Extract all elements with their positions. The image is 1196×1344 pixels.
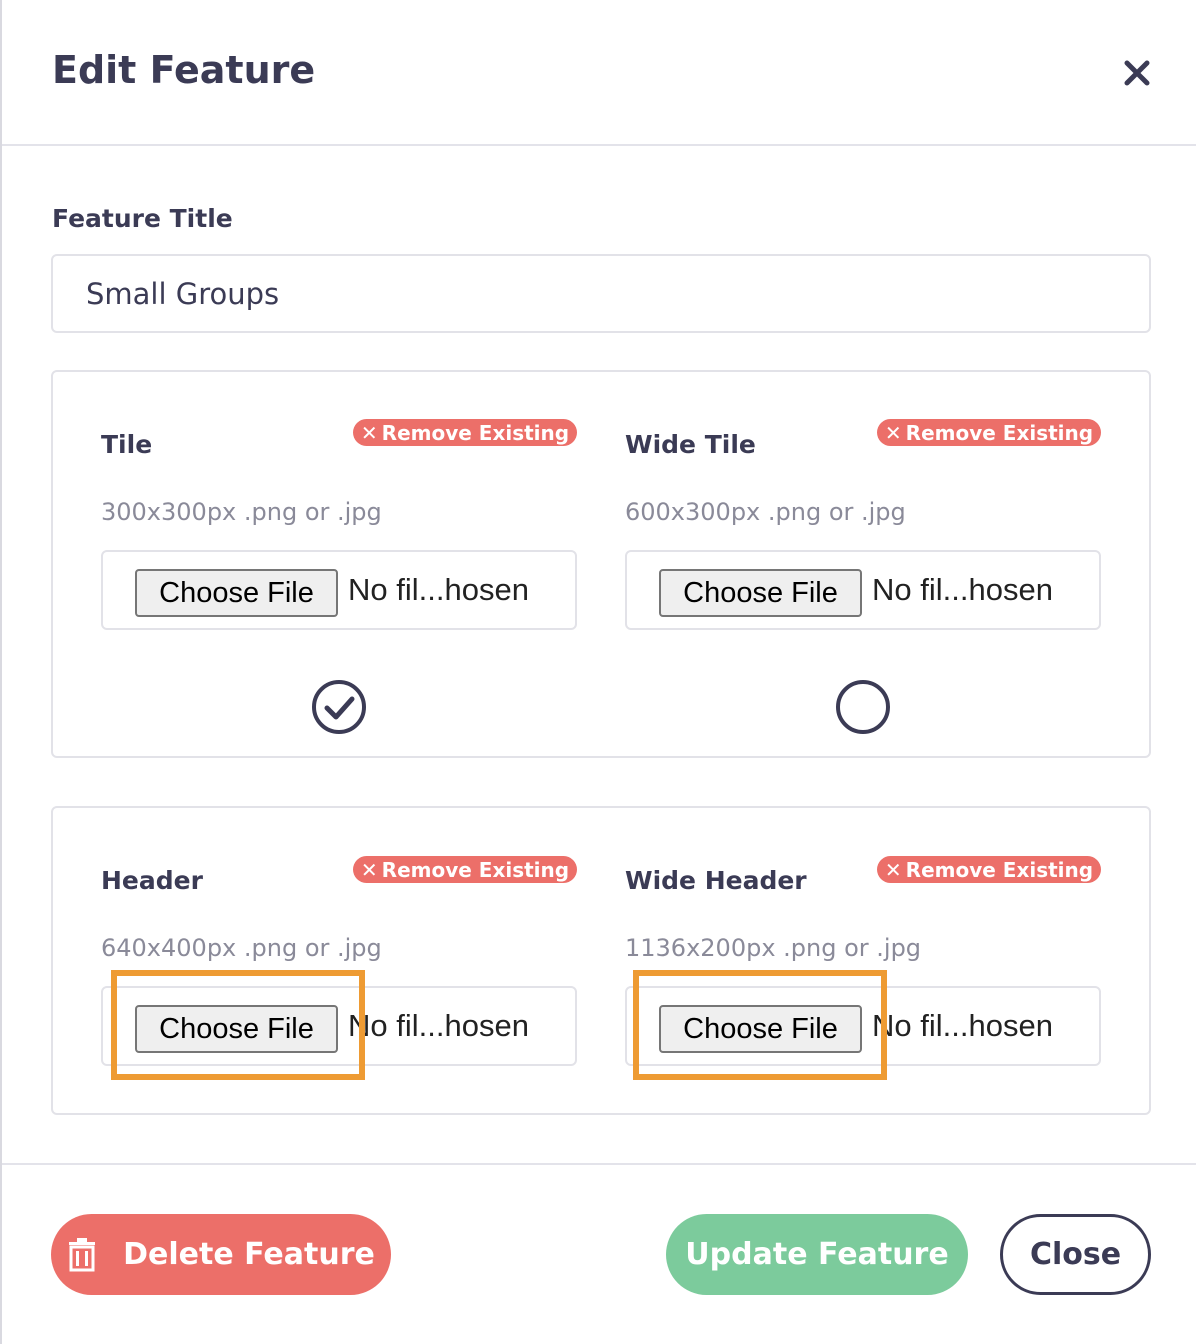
wide-header-size-hint: 1136x200px .png or .jpg — [625, 934, 922, 962]
wide-tile-remove-existing-button[interactable]: ✕ Remove Existing — [877, 419, 1101, 446]
remove-existing-label: Remove Existing — [381, 857, 570, 882]
remove-existing-label: Remove Existing — [905, 857, 1094, 882]
tiles-panel: Tile ✕ Remove Existing 300x300px .png or… — [51, 370, 1151, 758]
header-size-hint: 640x400px .png or .jpg — [101, 934, 382, 962]
wide-tile-file-input: Choose File No fil...hosen — [625, 550, 1101, 630]
feature-title-label: Feature Title — [52, 204, 233, 233]
tile-file-status: No fil...hosen — [348, 572, 529, 607]
delete-feature-button[interactable]: Delete Feature — [51, 1214, 391, 1295]
tile-remove-existing-button[interactable]: ✕ Remove Existing — [353, 419, 577, 446]
tile-choose-file-button[interactable]: Choose File — [135, 569, 338, 617]
header-remove-existing-button[interactable]: ✕ Remove Existing — [353, 856, 577, 883]
trash-icon — [69, 1237, 96, 1271]
wide-header-file-status: No fil...hosen — [872, 1008, 1053, 1043]
edit-feature-modal: Edit Feature Feature Title Tile ✕ Remove… — [0, 0, 1196, 1344]
update-feature-button[interactable]: Update Feature — [666, 1214, 968, 1295]
wide-tile-choose-file-button[interactable]: Choose File — [659, 569, 862, 617]
wide-header-remove-existing-button[interactable]: ✕ Remove Existing — [877, 856, 1101, 883]
close-icon[interactable] — [1120, 56, 1154, 90]
tile-label: Tile — [101, 430, 153, 459]
header-file-status: No fil...hosen — [348, 1008, 529, 1043]
update-feature-label: Update Feature — [685, 1237, 949, 1272]
modal-header: Edit Feature — [2, 0, 1196, 146]
close-button[interactable]: Close — [1000, 1214, 1151, 1295]
remove-existing-label: Remove Existing — [905, 420, 1094, 445]
modal-title: Edit Feature — [52, 48, 316, 92]
headers-panel: Header ✕ Remove Existing 640x400px .png … — [51, 806, 1151, 1115]
delete-feature-label: Delete Feature — [123, 1237, 375, 1272]
empty-circle-icon[interactable] — [835, 679, 891, 735]
remove-x-icon: ✕ — [360, 420, 378, 445]
tile-file-input: Choose File No fil...hosen — [101, 550, 577, 630]
check-circle-icon[interactable] — [311, 679, 367, 735]
wide-header-label: Wide Header — [625, 866, 807, 895]
wide-tile-size-hint: 600x300px .png or .jpg — [625, 498, 906, 526]
remove-x-icon: ✕ — [884, 420, 902, 445]
header-choose-file-highlight — [111, 970, 365, 1080]
header-label: Header — [101, 866, 203, 895]
wide-tile-file-status: No fil...hosen — [872, 572, 1053, 607]
feature-title-input[interactable] — [51, 254, 1151, 333]
wide-header-choose-file-highlight — [633, 970, 887, 1080]
close-label: Close — [1029, 1237, 1122, 1272]
remove-x-icon: ✕ — [884, 857, 902, 882]
remove-x-icon: ✕ — [360, 857, 378, 882]
remove-existing-label: Remove Existing — [381, 420, 570, 445]
tile-size-hint: 300x300px .png or .jpg — [101, 498, 382, 526]
wide-tile-label: Wide Tile — [625, 430, 756, 459]
